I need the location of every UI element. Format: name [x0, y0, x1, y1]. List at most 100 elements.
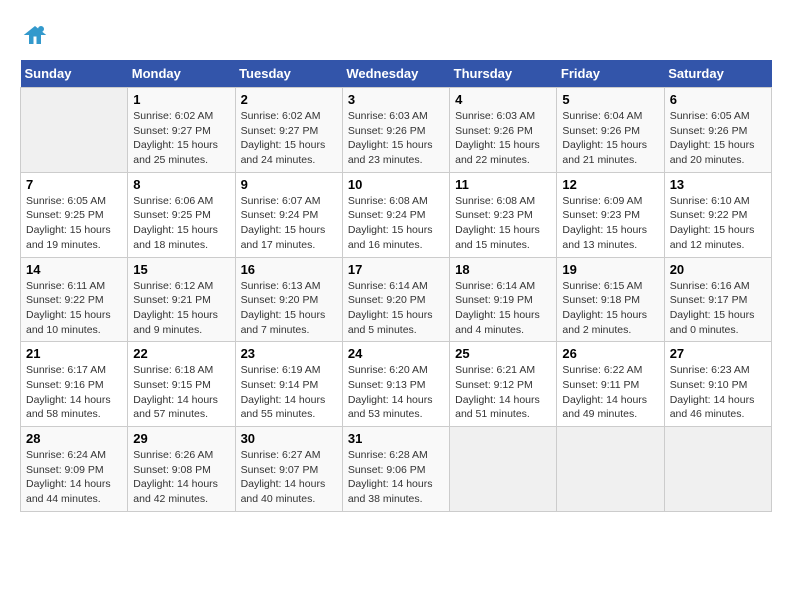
- day-cell: 11Sunrise: 6:08 AM Sunset: 9:23 PM Dayli…: [450, 172, 557, 257]
- day-cell: 8 Sunrise: 6:06 AM Sunset: 9:25 PM Daylig…: [128, 172, 235, 257]
- day-cell: 14 Sunrise: 6:11 AM Sunset: 9:22 PM Dayli…: [21, 257, 128, 342]
- day-info: Sunrise: 6:14 AM Sunset: 9:19 PM Dayligh…: [455, 279, 551, 338]
- day-number: 1: [133, 92, 229, 107]
- day-number: 14: [26, 262, 122, 277]
- day-cell: 16 Sunrise: 6:13 AM Sunset: 9:20 PM Dayli…: [235, 257, 342, 342]
- day-info: Sunrise: 6:10 AM Sunset: 9:22 PM Dayligh…: [670, 194, 766, 253]
- day-info: Sunrise: 6:11 AM Sunset: 9:22 PM Dayligh…: [26, 279, 122, 338]
- header-row: SundayMondayTuesdayWednesdayThursdayFrid…: [21, 60, 772, 88]
- day-cell: 1 Sunrise: 6:02 AM Sunset: 9:27 PM Daylig…: [128, 88, 235, 173]
- day-number: 8: [133, 177, 229, 192]
- day-info: Sunrise: 6:23 AM Sunset: 9:10 PM Dayligh…: [670, 363, 766, 422]
- day-info: Sunrise: 6:20 AM Sunset: 9:13 PM Dayligh…: [348, 363, 444, 422]
- calendar-body: 1 Sunrise: 6:02 AM Sunset: 9:27 PM Daylig…: [21, 88, 772, 512]
- day-number: 27: [670, 346, 766, 361]
- logo-icon: [20, 20, 50, 50]
- day-number: 26: [562, 346, 658, 361]
- day-cell: [664, 427, 771, 512]
- day-info: Sunrise: 6:09 AM Sunset: 9:23 PM Dayligh…: [562, 194, 658, 253]
- day-cell: 22 Sunrise: 6:18 AM Sunset: 9:15 PM Dayli…: [128, 342, 235, 427]
- day-number: 16: [241, 262, 337, 277]
- day-info: Sunrise: 6:03 AM Sunset: 9:26 PM Dayligh…: [348, 109, 444, 168]
- day-number: 2: [241, 92, 337, 107]
- day-cell: [450, 427, 557, 512]
- day-info: Sunrise: 6:18 AM Sunset: 9:15 PM Dayligh…: [133, 363, 229, 422]
- day-number: 11: [455, 177, 551, 192]
- day-cell: 27 Sunrise: 6:23 AM Sunset: 9:10 PM Dayli…: [664, 342, 771, 427]
- day-cell: 2 Sunrise: 6:02 AM Sunset: 9:27 PM Daylig…: [235, 88, 342, 173]
- week-row: 21 Sunrise: 6:17 AM Sunset: 9:16 PM Dayli…: [21, 342, 772, 427]
- day-cell: 5 Sunrise: 6:04 AM Sunset: 9:26 PM Daylig…: [557, 88, 664, 173]
- day-number: 30: [241, 431, 337, 446]
- day-number: 4: [455, 92, 551, 107]
- day-cell: 7Sunrise: 6:05 AM Sunset: 9:25 PM Daylig…: [21, 172, 128, 257]
- day-number: 31: [348, 431, 444, 446]
- day-info: Sunrise: 6:22 AM Sunset: 9:11 PM Dayligh…: [562, 363, 658, 422]
- day-number: 7: [26, 177, 122, 192]
- day-info: Sunrise: 6:06 AM Sunset: 9:25 PM Dayligh…: [133, 194, 229, 253]
- week-row: 28Sunrise: 6:24 AM Sunset: 9:09 PM Dayli…: [21, 427, 772, 512]
- day-info: Sunrise: 6:04 AM Sunset: 9:26 PM Dayligh…: [562, 109, 658, 168]
- day-cell: 24 Sunrise: 6:20 AM Sunset: 9:13 PM Dayli…: [342, 342, 449, 427]
- day-number: 21: [26, 346, 122, 361]
- day-cell: 20Sunrise: 6:16 AM Sunset: 9:17 PM Dayli…: [664, 257, 771, 342]
- week-row: 14 Sunrise: 6:11 AM Sunset: 9:22 PM Dayli…: [21, 257, 772, 342]
- day-cell: 26 Sunrise: 6:22 AM Sunset: 9:11 PM Dayli…: [557, 342, 664, 427]
- day-cell: 25 Sunrise: 6:21 AM Sunset: 9:12 PM Dayli…: [450, 342, 557, 427]
- day-cell: 6Sunrise: 6:05 AM Sunset: 9:26 PM Daylig…: [664, 88, 771, 173]
- day-number: 13: [670, 177, 766, 192]
- day-cell: 17 Sunrise: 6:14 AM Sunset: 9:20 PM Dayli…: [342, 257, 449, 342]
- day-info: Sunrise: 6:28 AM Sunset: 9:06 PM Dayligh…: [348, 448, 444, 507]
- calendar-table: SundayMondayTuesdayWednesdayThursdayFrid…: [20, 60, 772, 512]
- day-cell: 13 Sunrise: 6:10 AM Sunset: 9:22 PM Dayli…: [664, 172, 771, 257]
- day-info: Sunrise: 6:14 AM Sunset: 9:20 PM Dayligh…: [348, 279, 444, 338]
- day-cell: 28Sunrise: 6:24 AM Sunset: 9:09 PM Dayli…: [21, 427, 128, 512]
- day-info: Sunrise: 6:12 AM Sunset: 9:21 PM Dayligh…: [133, 279, 229, 338]
- day-number: 20: [670, 262, 766, 277]
- day-info: Sunrise: 6:07 AM Sunset: 9:24 PM Dayligh…: [241, 194, 337, 253]
- header-cell-friday: Friday: [557, 60, 664, 88]
- logo: [20, 20, 54, 50]
- header-cell-sunday: Sunday: [21, 60, 128, 88]
- day-cell: [557, 427, 664, 512]
- day-info: Sunrise: 6:08 AM Sunset: 9:24 PM Dayligh…: [348, 194, 444, 253]
- day-cell: 29 Sunrise: 6:26 AM Sunset: 9:08 PM Dayli…: [128, 427, 235, 512]
- day-info: Sunrise: 6:26 AM Sunset: 9:08 PM Dayligh…: [133, 448, 229, 507]
- day-cell: 19 Sunrise: 6:15 AM Sunset: 9:18 PM Dayli…: [557, 257, 664, 342]
- day-number: 12: [562, 177, 658, 192]
- day-info: Sunrise: 6:24 AM Sunset: 9:09 PM Dayligh…: [26, 448, 122, 507]
- day-number: 25: [455, 346, 551, 361]
- day-cell: 31 Sunrise: 6:28 AM Sunset: 9:06 PM Dayli…: [342, 427, 449, 512]
- day-number: 10: [348, 177, 444, 192]
- header-cell-monday: Monday: [128, 60, 235, 88]
- day-number: 22: [133, 346, 229, 361]
- header-cell-wednesday: Wednesday: [342, 60, 449, 88]
- day-info: Sunrise: 6:02 AM Sunset: 9:27 PM Dayligh…: [133, 109, 229, 168]
- day-cell: 30 Sunrise: 6:27 AM Sunset: 9:07 PM Dayli…: [235, 427, 342, 512]
- day-number: 18: [455, 262, 551, 277]
- day-number: 17: [348, 262, 444, 277]
- day-number: 5: [562, 92, 658, 107]
- day-cell: 10 Sunrise: 6:08 AM Sunset: 9:24 PM Dayli…: [342, 172, 449, 257]
- week-row: 1 Sunrise: 6:02 AM Sunset: 9:27 PM Daylig…: [21, 88, 772, 173]
- day-number: 19: [562, 262, 658, 277]
- day-cell: 18 Sunrise: 6:14 AM Sunset: 9:19 PM Dayli…: [450, 257, 557, 342]
- day-info: Sunrise: 6:02 AM Sunset: 9:27 PM Dayligh…: [241, 109, 337, 168]
- day-info: Sunrise: 6:21 AM Sunset: 9:12 PM Dayligh…: [455, 363, 551, 422]
- day-number: 15: [133, 262, 229, 277]
- day-number: 24: [348, 346, 444, 361]
- page-header: [20, 20, 772, 50]
- day-info: Sunrise: 6:13 AM Sunset: 9:20 PM Dayligh…: [241, 279, 337, 338]
- day-cell: 15 Sunrise: 6:12 AM Sunset: 9:21 PM Dayli…: [128, 257, 235, 342]
- day-info: Sunrise: 6:15 AM Sunset: 9:18 PM Dayligh…: [562, 279, 658, 338]
- header-cell-thursday: Thursday: [450, 60, 557, 88]
- day-cell: [21, 88, 128, 173]
- day-info: Sunrise: 6:19 AM Sunset: 9:14 PM Dayligh…: [241, 363, 337, 422]
- header-cell-saturday: Saturday: [664, 60, 771, 88]
- day-cell: 4Sunrise: 6:03 AM Sunset: 9:26 PM Daylig…: [450, 88, 557, 173]
- day-info: Sunrise: 6:17 AM Sunset: 9:16 PM Dayligh…: [26, 363, 122, 422]
- day-info: Sunrise: 6:27 AM Sunset: 9:07 PM Dayligh…: [241, 448, 337, 507]
- day-cell: 21 Sunrise: 6:17 AM Sunset: 9:16 PM Dayli…: [21, 342, 128, 427]
- day-number: 9: [241, 177, 337, 192]
- day-number: 29: [133, 431, 229, 446]
